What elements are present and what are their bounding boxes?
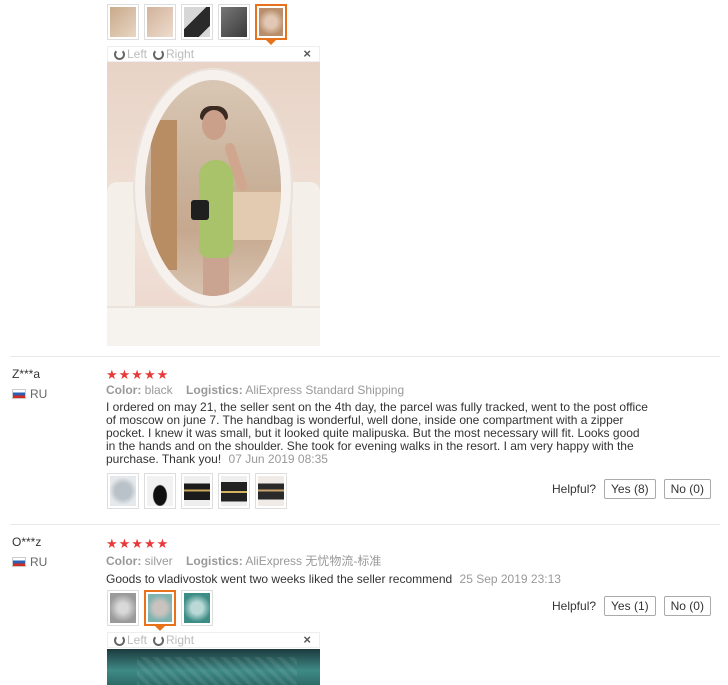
review-content: Goods to vladivostok went two weeks like… xyxy=(106,572,453,586)
helpful-yes-button[interactable]: Yes (1) xyxy=(604,596,656,616)
helpful-yes-button[interactable]: Yes (8) xyxy=(604,479,656,499)
review-meta: Color: silver Logistics: AliExpress 无忧物流… xyxy=(106,552,651,569)
rotate-right-button[interactable]: Right xyxy=(153,47,194,61)
reviewer-country: RU xyxy=(12,387,47,401)
color-label: Color: xyxy=(106,554,142,568)
close-viewer-button[interactable]: × xyxy=(303,632,311,647)
country-code: RU xyxy=(30,555,48,569)
review-text: I ordered on may 21, the seller sent on … xyxy=(106,401,651,466)
rotate-left-button[interactable]: Left xyxy=(114,633,147,647)
reviewer-country: RU xyxy=(12,555,47,569)
rotate-left-label: Left xyxy=(127,47,148,61)
review-photo-thumb[interactable] xyxy=(107,590,139,626)
helpful-label: Helpful? xyxy=(552,599,597,613)
close-viewer-button[interactable]: × xyxy=(303,46,311,61)
review-photo-thumb[interactable] xyxy=(181,590,213,626)
rotate-left-icon xyxy=(114,634,125,646)
rotate-right-label: Right xyxy=(166,47,195,61)
mirror-reflection xyxy=(145,80,281,296)
review-photo-thumb[interactable] xyxy=(181,4,213,40)
color-value: silver xyxy=(144,554,173,568)
star-rating: ★★★★★ xyxy=(106,367,170,382)
review-photo-thumb[interactable] xyxy=(144,473,176,509)
rotate-left-icon xyxy=(114,48,125,60)
logistics-label: Logistics: xyxy=(186,383,243,397)
reviewer-name: Z***a xyxy=(12,367,41,381)
review-photo-thumb[interactable] xyxy=(218,473,250,509)
mirror-frame xyxy=(133,68,293,308)
russia-flag-icon xyxy=(12,389,26,399)
rotate-left-label: Left xyxy=(127,633,148,647)
review-body: ★★★★★ Color: silver Logistics: AliExpres… xyxy=(106,537,651,586)
reviewer-name: O***z xyxy=(12,535,42,549)
helpful-controls: Helpful? Yes (8) No (0) xyxy=(552,479,711,499)
rotate-right-label: Right xyxy=(166,633,195,647)
review-content: I ordered on may 21, the seller sent on … xyxy=(106,400,648,466)
helpful-label: Helpful? xyxy=(552,482,597,496)
review-text: Goods to vladivostok went two weeks like… xyxy=(106,573,651,586)
review-photo-strip xyxy=(107,590,213,631)
enlarged-review-photo xyxy=(107,649,320,685)
helpful-no-button[interactable]: No (0) xyxy=(663,479,711,499)
rotate-right-button[interactable]: Right xyxy=(153,633,194,647)
rotate-right-icon xyxy=(153,48,165,60)
rotate-right-icon xyxy=(153,634,165,646)
image-viewer-toolbar: Left Right × xyxy=(107,46,320,62)
review-meta: Color: black Logistics: AliExpress Stand… xyxy=(106,383,651,397)
review-photo-thumb[interactable] xyxy=(255,473,287,509)
review-photo-thumb[interactable] xyxy=(107,473,139,509)
logistics-value: AliExpress Standard Shipping xyxy=(245,383,405,397)
review-photo-thumb[interactable] xyxy=(181,473,213,509)
image-viewer-toolbar: Left Right × xyxy=(107,632,320,648)
helpful-no-button[interactable]: No (0) xyxy=(663,596,711,616)
review-photo-thumb[interactable] xyxy=(144,4,176,40)
enlarged-review-photo xyxy=(107,62,320,346)
reviewer-info: O***z RU xyxy=(12,535,47,569)
review-photo-thumb[interactable] xyxy=(218,4,250,40)
top-thumb-strip xyxy=(107,4,287,45)
color-label: Color: xyxy=(106,383,142,397)
star-rating: ★★★★★ xyxy=(106,536,170,551)
reviewer-info: Z***a RU xyxy=(12,367,47,401)
review-divider xyxy=(10,356,720,357)
logistics-value: AliExpress 无忧物流-标准 xyxy=(245,554,382,568)
dressing-table xyxy=(107,306,320,346)
review-photo-strip xyxy=(107,473,287,509)
review-divider xyxy=(10,524,720,525)
review-photo-thumb-selected[interactable] xyxy=(144,590,176,631)
review-date: 25 Sep 2019 23:13 xyxy=(459,572,561,586)
color-value: black xyxy=(144,383,173,397)
review-date: 07 Jun 2019 08:35 xyxy=(228,452,328,466)
helpful-controls: Helpful? Yes (1) No (0) xyxy=(552,596,711,616)
russia-flag-icon xyxy=(12,557,26,567)
review-body: ★★★★★ Color: black Logistics: AliExpress… xyxy=(106,368,651,466)
country-code: RU xyxy=(30,387,48,401)
rotate-left-button[interactable]: Left xyxy=(114,47,147,61)
review-photo-thumb[interactable] xyxy=(107,4,139,40)
logistics-label: Logistics: xyxy=(186,554,243,568)
review-photo-thumb-selected[interactable] xyxy=(255,4,287,45)
